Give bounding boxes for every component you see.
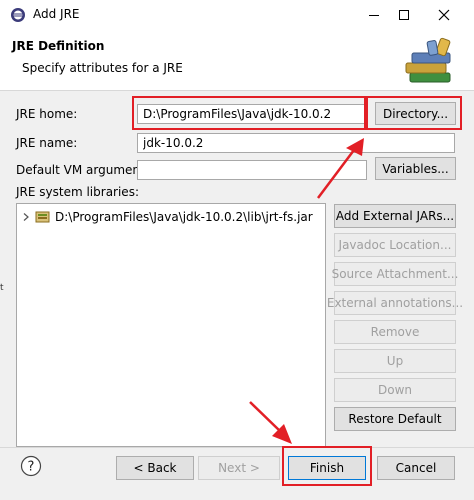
maximize-button[interactable] (384, 0, 424, 30)
svg-text:?: ? (28, 460, 35, 475)
jre-name-label: JRE name: (16, 136, 78, 150)
jre-name-input[interactable] (137, 133, 455, 153)
library-item-label: D:\ProgramFiles\Java\jdk-10.0.2\lib\jrt-… (55, 210, 313, 224)
source-attachment-button[interactable]: Source Attachment... (332, 262, 458, 286)
window-title: Add JRE (33, 7, 80, 21)
minimize-icon (369, 15, 379, 16)
wizard-banner: JRE Definition Specify attributes for a … (0, 30, 474, 91)
external-annotations-button[interactable]: External annotations... (327, 291, 463, 315)
down-button[interactable]: Down (334, 378, 456, 402)
variables-button[interactable]: Variables... (375, 157, 456, 180)
jre-home-input[interactable] (137, 104, 367, 124)
title-bar: Add JRE (0, 0, 474, 30)
restore-default-button[interactable]: Restore Default (334, 407, 456, 431)
add-external-jars-button[interactable]: Add External JARs... (334, 204, 456, 228)
next-button[interactable]: Next > (198, 456, 280, 480)
clipped-background-text: t (0, 283, 4, 293)
remove-button[interactable]: Remove (334, 320, 456, 344)
jar-icon (35, 211, 50, 223)
banner-subtitle: Specify attributes for a JRE (22, 61, 183, 75)
vm-args-input[interactable] (137, 160, 367, 180)
eclipse-icon (11, 8, 25, 22)
cancel-button[interactable]: Cancel (377, 456, 455, 480)
library-item[interactable]: D:\ProgramFiles\Java\jdk-10.0.2\lib\jrt-… (21, 208, 313, 226)
close-window-button[interactable] (424, 0, 464, 30)
vm-args-label: Default VM arguments: (16, 163, 156, 177)
back-button[interactable]: < Back (116, 456, 194, 480)
jre-home-label: JRE home: (16, 107, 78, 121)
maximize-icon (399, 10, 409, 20)
libraries-tree[interactable]: D:\ProgramFiles\Java\jdk-10.0.2\lib\jrt-… (16, 203, 326, 447)
help-icon[interactable]: ? (20, 455, 42, 477)
footer-separator (0, 447, 474, 448)
javadoc-location-button[interactable]: Javadoc Location... (334, 233, 456, 257)
library-books-icon (405, 37, 451, 83)
banner-title: JRE Definition (12, 39, 105, 53)
directory-button[interactable]: Directory... (375, 102, 456, 125)
finish-button[interactable]: Finish (288, 456, 366, 480)
libraries-label: JRE system libraries: (16, 185, 139, 199)
chevron-right-icon[interactable] (21, 212, 31, 222)
up-button[interactable]: Up (334, 349, 456, 373)
close-icon (438, 9, 450, 21)
